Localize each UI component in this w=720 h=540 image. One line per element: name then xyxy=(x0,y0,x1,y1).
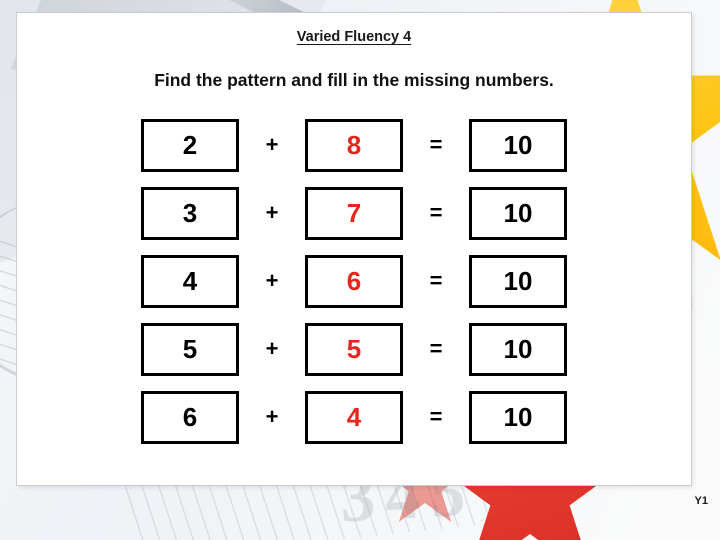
year-group-label: Y1 xyxy=(694,495,708,507)
plus-sign: + xyxy=(265,132,279,157)
plus-sign: + xyxy=(265,404,279,429)
plus-sign: + xyxy=(265,268,279,293)
addend-box[interactable]: 5 xyxy=(141,322,239,376)
equals-sign: = xyxy=(429,268,443,293)
slide-canvas: 0 89 345 Varied Fluency 4 Find the patte… xyxy=(0,0,720,540)
equation-row: 6 + 4 = 10 xyxy=(17,388,691,446)
sum-box[interactable]: 10 xyxy=(469,390,567,444)
missing-number-box[interactable]: 6 xyxy=(305,254,403,308)
sum-box[interactable]: 10 xyxy=(469,322,567,376)
equals-sign: = xyxy=(429,132,443,157)
addend-box[interactable]: 4 xyxy=(141,254,239,308)
equals-sign: = xyxy=(429,336,443,361)
equation-row: 3 + 7 = 10 xyxy=(17,184,691,242)
missing-number-box[interactable]: 8 xyxy=(305,118,403,172)
missing-number-box[interactable]: 7 xyxy=(305,186,403,240)
equation-list: 2 + 8 = 10 3 + 7 = 10 4 + 6 = 10 5 + 5 =… xyxy=(17,116,691,456)
addend-box[interactable]: 6 xyxy=(141,390,239,444)
equals-sign: = xyxy=(429,200,443,225)
instruction-text: Find the pattern and fill in the missing… xyxy=(154,70,554,90)
equation-row: 4 + 6 = 10 xyxy=(17,252,691,310)
content-card: Varied Fluency 4 Find the pattern and fi… xyxy=(16,12,692,486)
addend-box[interactable]: 3 xyxy=(141,186,239,240)
missing-number-box[interactable]: 5 xyxy=(305,322,403,376)
equals-sign: = xyxy=(429,404,443,429)
equation-row: 2 + 8 = 10 xyxy=(17,116,691,174)
plus-sign: + xyxy=(265,336,279,361)
sum-box[interactable]: 10 xyxy=(469,118,567,172)
equation-row: 5 + 5 = 10 xyxy=(17,320,691,378)
sum-box[interactable]: 10 xyxy=(469,186,567,240)
addend-box[interactable]: 2 xyxy=(141,118,239,172)
page-title: Varied Fluency 4 xyxy=(296,29,412,45)
missing-number-box[interactable]: 4 xyxy=(305,390,403,444)
sum-box[interactable]: 10 xyxy=(469,254,567,308)
plus-sign: + xyxy=(265,200,279,225)
